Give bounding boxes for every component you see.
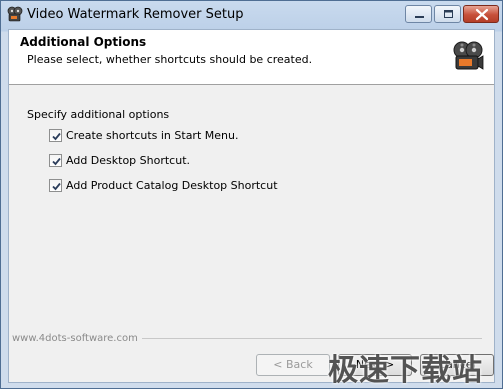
maximize-button[interactable] <box>434 5 461 23</box>
minimize-button[interactable] <box>405 5 432 23</box>
wizard-page: Additional Options Please select, whethe… <box>8 29 495 383</box>
checkbox-label[interactable]: Add Product Catalog Desktop Shortcut <box>66 179 278 192</box>
checkmark-icon <box>52 157 61 166</box>
page-subtitle: Please select, whether shortcuts should … <box>27 53 313 66</box>
setup-window: Video Watermark Remover Setup Additional… <box>0 0 503 389</box>
checkbox-box[interactable] <box>49 129 62 142</box>
site-watermark: 极速下载站 <box>328 353 483 388</box>
checkmark-icon <box>52 182 61 191</box>
back-button[interactable]: < Back <box>256 354 330 376</box>
footer-divider <box>141 337 482 339</box>
checkmark-icon <box>52 132 61 141</box>
checkbox-box[interactable] <box>49 179 62 192</box>
wizard-header: Additional Options Please select, whethe… <box>9 30 494 85</box>
film-reel-icon <box>7 6 23 22</box>
film-reel-icon <box>452 40 484 72</box>
title-bar[interactable]: Video Watermark Remover Setup <box>1 1 502 29</box>
checkbox-box[interactable] <box>49 154 62 167</box>
brand-footer: www.4dots-software.com <box>12 333 482 344</box>
maximize-icon <box>444 10 453 18</box>
options-group-label: Specify additional options <box>27 108 170 121</box>
page-title: Additional Options <box>20 35 147 49</box>
brand-url: www.4dots-software.com <box>12 333 138 344</box>
minimize-icon <box>415 16 424 18</box>
window-title: Video Watermark Remover Setup <box>27 7 244 22</box>
close-icon <box>475 8 489 21</box>
close-button[interactable] <box>463 5 499 23</box>
checkbox-label[interactable]: Create shortcuts in Start Menu. <box>66 129 238 142</box>
checkbox-label[interactable]: Add Desktop Shortcut. <box>66 154 190 167</box>
